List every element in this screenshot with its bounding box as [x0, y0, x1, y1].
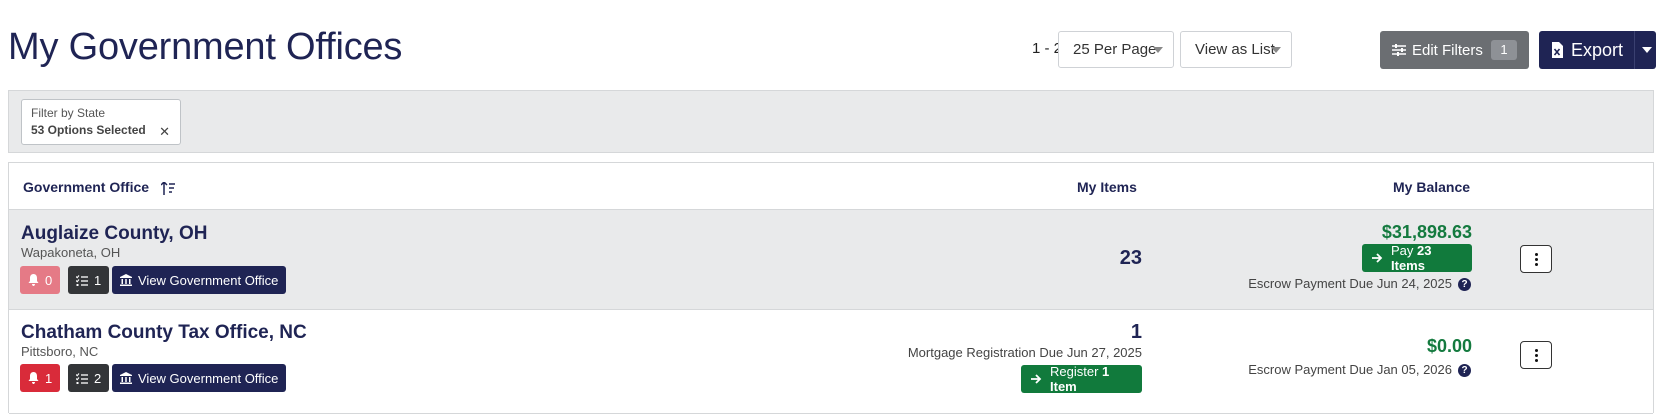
escrow-due-label: Escrow Payment Due Jun 24, 2025: [1248, 276, 1452, 291]
help-icon[interactable]: ?: [1458, 364, 1471, 378]
escrow-due-text: Escrow Payment Due Jun 24, 2025?: [1248, 276, 1471, 292]
alerts-badge[interactable]: 0: [20, 266, 61, 294]
table-row: Auglaize County, OH Wapakoneta, OH 0 1 V…: [9, 210, 1653, 310]
view-office-label: View Government Office: [138, 272, 279, 288]
view-office-button[interactable]: View Government Office: [112, 266, 287, 294]
kebab-dot: [1534, 257, 1538, 261]
table-row: Chatham County Tax Office, NC Pittsboro,…: [9, 310, 1653, 414]
view-office-label: View Government Office: [138, 370, 279, 386]
tasks-badge[interactable]: 2: [68, 364, 110, 392]
kebab-dot: [1534, 358, 1538, 362]
export-button[interactable]: Export: [1539, 31, 1656, 69]
checklist-icon: [76, 372, 88, 384]
column-header-balance: My Balance: [1393, 179, 1471, 195]
items-count: 1: [1130, 321, 1142, 343]
filter-chip-label: Filter by State: [31, 106, 106, 120]
filter-chip-value: 53 Options Selected: [31, 123, 146, 137]
view-mode-select[interactable]: View as List: [1180, 31, 1292, 68]
edit-filters-label: Edit Filters: [1412, 41, 1483, 59]
row-actions-button[interactable]: [1520, 245, 1552, 273]
caret-down-icon: [1153, 47, 1163, 53]
kebab-dot: [1534, 353, 1538, 357]
filter-count-badge: 1: [1491, 40, 1517, 60]
view-mode-value: View as List: [1195, 41, 1275, 58]
export-label: Export: [1571, 39, 1624, 60]
excel-file-icon: [1551, 42, 1563, 58]
mortgage-registration-due: Mortgage Registration Due Jun 27, 2025: [907, 345, 1142, 360]
arrow-right-icon: [1372, 253, 1383, 263]
row-actions-button[interactable]: [1520, 341, 1552, 369]
caret-down-icon: [1271, 47, 1281, 53]
table-header: Government Office My Items My Balance: [9, 163, 1653, 210]
register-label: Register 1 Item: [1050, 364, 1132, 394]
checklist-icon: [76, 274, 88, 286]
tasks-count: 2: [94, 370, 102, 386]
tasks-count: 1: [94, 272, 102, 288]
per-page-value: 25 Per Page: [1073, 41, 1157, 58]
kebab-dot: [1534, 252, 1538, 256]
balance-amount: $0.00: [1426, 336, 1472, 356]
sort-icon[interactable]: [160, 181, 175, 195]
items-count: 23: [1119, 247, 1142, 269]
export-dropdown-toggle[interactable]: [1634, 31, 1656, 69]
pay-label: Pay 23 Items: [1391, 243, 1462, 273]
column-header-office[interactable]: Government Office: [23, 179, 175, 195]
escrow-due-text: Escrow Payment Due Jan 05, 2026?: [1248, 362, 1471, 378]
pay-prefix: Pay: [1391, 243, 1414, 258]
office-location: Pittsboro, NC: [21, 344, 99, 359]
balance-amount: $31,898.63: [1381, 222, 1472, 242]
register-items-button[interactable]: Register 1 Item: [1021, 364, 1142, 394]
caret-down-icon: [1642, 47, 1652, 53]
offices-table: Government Office My Items My Balance Au…: [8, 162, 1654, 414]
column-header-office-label: Government Office: [23, 179, 150, 195]
tasks-badge[interactable]: 1: [68, 266, 110, 294]
office-location: Wapakoneta, OH: [21, 245, 121, 260]
column-header-items: My Items: [1077, 179, 1137, 195]
edit-filters-button[interactable]: Edit Filters 1: [1380, 31, 1529, 69]
alerts-count: 0: [45, 272, 53, 288]
kebab-dot: [1534, 348, 1538, 352]
alerts-count: 1: [45, 370, 53, 386]
pay-items-button[interactable]: Pay 23 Items: [1362, 243, 1472, 273]
sliders-icon: [1392, 44, 1406, 56]
page-header: My Government Offices 1 - 25 of 156 25 P…: [0, 0, 1662, 90]
active-filters-bar: Filter by State 53 Options Selected ✕: [8, 90, 1654, 153]
help-icon[interactable]: ?: [1458, 278, 1471, 292]
bell-icon: [28, 274, 39, 286]
kebab-dot: [1534, 262, 1538, 266]
landmark-icon: [120, 274, 132, 286]
office-name[interactable]: Chatham County Tax Office, NC: [21, 322, 307, 344]
office-name[interactable]: Auglaize County, OH: [21, 223, 207, 245]
state-filter-chip[interactable]: Filter by State 53 Options Selected ✕: [21, 99, 181, 145]
landmark-icon: [120, 372, 132, 384]
close-icon[interactable]: ✕: [159, 124, 170, 140]
escrow-due-label: Escrow Payment Due Jan 05, 2026: [1248, 362, 1452, 377]
page-title: My Government Offices: [8, 26, 403, 68]
bell-icon: [28, 372, 39, 384]
arrow-right-icon: [1031, 374, 1042, 384]
alerts-badge[interactable]: 1: [20, 364, 61, 392]
register-prefix: Register: [1050, 364, 1099, 379]
view-office-button[interactable]: View Government Office: [112, 364, 287, 392]
per-page-select[interactable]: 25 Per Page: [1058, 31, 1174, 68]
